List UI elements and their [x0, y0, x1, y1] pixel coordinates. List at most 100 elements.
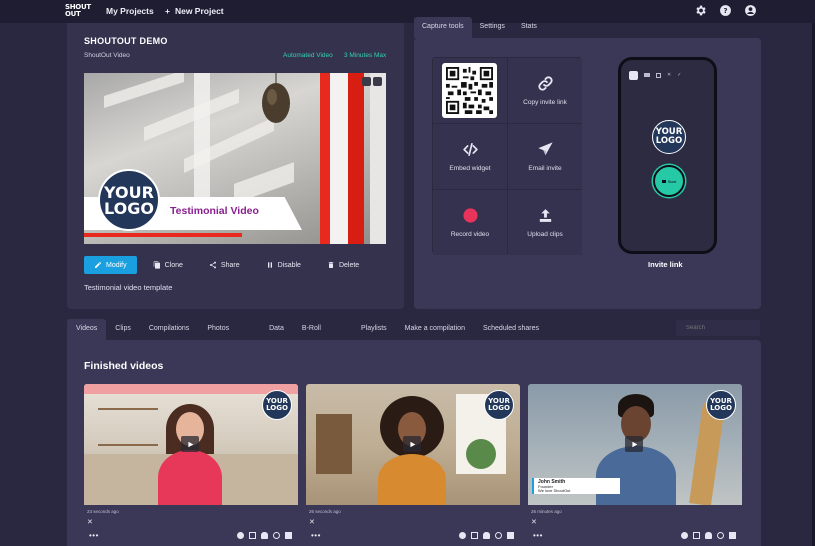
share-icon[interactable]	[717, 532, 724, 539]
video-thumbnail[interactable]: YOUR LOGO	[306, 384, 520, 505]
phone-start-button[interactable]: Start	[653, 165, 685, 197]
trash-icon[interactable]	[729, 532, 736, 539]
thumb-logo-line2: LOGO	[488, 403, 510, 412]
red-stripe	[320, 73, 330, 244]
video-card-actions	[459, 532, 514, 539]
video-timestamp: 26 seconds ago	[309, 509, 341, 514]
template-preview[interactable]: Testimonial Video YOUR LOGO	[84, 73, 386, 244]
video-thumbnail[interactable]: YOUR LOGO	[84, 384, 298, 505]
cloud-download-icon[interactable]	[261, 532, 268, 539]
upload-icon	[539, 209, 551, 222]
close-icon[interactable]: ✕	[87, 518, 93, 526]
more-options-icon[interactable]: •••	[311, 531, 321, 540]
logo-line2: OUT	[65, 9, 81, 18]
help-icon[interactable]: ?	[719, 4, 732, 17]
copy-icon[interactable]	[471, 532, 478, 539]
video-card-meta: 23 seconds ago ✕ •••	[84, 505, 298, 546]
play-button[interactable]	[403, 436, 421, 452]
tab-scheduled-shares[interactable]: Scheduled shares	[474, 319, 548, 340]
thumb-logo-line2: LOGO	[710, 403, 732, 412]
thumb-logo-line2: LOGO	[266, 403, 288, 412]
video-card[interactable]: YOUR LOGO 26 seconds ago ✕ •••	[306, 384, 520, 546]
copy-invite-link-button[interactable]: Copy invite link	[508, 58, 582, 123]
embed-widget-button[interactable]: Embed widget	[433, 124, 507, 189]
close-icon[interactable]: ✕	[531, 518, 537, 526]
record-video-label: Record video	[450, 231, 490, 238]
video-card-meta: 26 minutes ago ✕ •••	[528, 505, 742, 546]
video-timestamp: 23 seconds ago	[87, 509, 119, 514]
delete-button[interactable]: Delete	[316, 256, 370, 274]
video-card[interactable]: YOUR LOGO 23 seconds ago ✕ •••	[84, 384, 298, 546]
trash-icon[interactable]	[285, 532, 292, 539]
light-stripe	[370, 73, 386, 244]
rotate-icon	[656, 72, 661, 78]
cloud-download-icon[interactable]	[483, 532, 490, 539]
tab-stats[interactable]: Stats	[513, 17, 545, 38]
flip-icon: ✕	[667, 72, 672, 78]
tab-videos[interactable]: Videos	[67, 319, 107, 340]
share-icon[interactable]	[273, 532, 280, 539]
video-timestamp: 26 minutes ago	[531, 509, 562, 514]
play-button[interactable]	[181, 436, 199, 452]
finished-videos-title: Finished videos	[84, 360, 164, 372]
copy-invite-label: Copy invite link	[523, 99, 567, 106]
phone-preview: ✕ ✓ YOUR LOGO Start	[618, 57, 717, 254]
layout-icon[interactable]	[362, 77, 371, 86]
user-account-icon[interactable]	[744, 4, 757, 17]
video-card-meta: 26 seconds ago ✕ •••	[306, 505, 520, 546]
invite-link-label[interactable]: Invite link	[648, 260, 683, 269]
clone-button[interactable]: Clone	[142, 256, 193, 274]
white-stripe	[330, 73, 348, 244]
info-icon[interactable]	[681, 532, 688, 539]
video-thumbnail[interactable]: YOUR LOGO John Smith Founder We love Sho…	[528, 384, 742, 505]
tab-b-roll[interactable]: B-Roll	[293, 319, 330, 340]
tab-compilations[interactable]: Compilations	[140, 319, 198, 340]
record-icon	[462, 208, 478, 223]
trash-icon[interactable]	[507, 532, 514, 539]
qr-code-icon	[446, 67, 493, 114]
share-button[interactable]: Share	[198, 256, 250, 274]
tab-clips[interactable]: Clips	[106, 319, 140, 340]
camera-icon	[644, 73, 650, 77]
new-project-link[interactable]: + New Project	[165, 6, 224, 16]
tab-capture-tools[interactable]: Capture tools	[414, 17, 472, 38]
fullscreen-icon[interactable]	[373, 77, 382, 86]
close-icon[interactable]: ✕	[309, 518, 315, 526]
info-icon[interactable]	[459, 532, 466, 539]
thumb-logo-badge: YOUR LOGO	[706, 390, 736, 420]
info-icon[interactable]	[237, 532, 244, 539]
gear-icon[interactable]	[694, 4, 707, 17]
cloud-download-icon[interactable]	[705, 532, 712, 539]
more-options-icon[interactable]: •••	[89, 531, 99, 540]
lower-third-company: We love ShoutOut	[538, 488, 571, 493]
person-shirt	[158, 450, 222, 505]
video-card-actions	[237, 532, 292, 539]
chandelier-shape	[262, 73, 290, 123]
upload-clips-button[interactable]: Upload clips	[508, 190, 582, 255]
tab-make-compilation[interactable]: Make a compilation	[396, 319, 474, 340]
shoutout-logo[interactable]: SHOUT OUT	[65, 4, 91, 19]
modify-button[interactable]: Modify	[84, 256, 137, 274]
share-icon[interactable]	[495, 532, 502, 539]
video-card-actions	[681, 532, 736, 539]
check-icon: ✓	[677, 72, 682, 78]
play-button[interactable]	[625, 436, 643, 452]
video-card[interactable]: YOUR LOGO John Smith Founder We love Sho…	[528, 384, 742, 546]
search-input[interactable]	[676, 320, 760, 336]
qr-code[interactable]	[442, 63, 497, 118]
tab-photos[interactable]: Photos	[198, 319, 238, 340]
banner-redline	[84, 233, 242, 237]
more-options-icon[interactable]: •••	[533, 531, 543, 540]
tab-playlists[interactable]: Playlists	[352, 319, 396, 340]
tab-data[interactable]: Data	[260, 319, 293, 340]
tab-settings[interactable]: Settings	[472, 17, 513, 38]
tag-video-length: 3 Minutes Max	[344, 52, 387, 59]
disable-button[interactable]: Disable	[255, 256, 311, 274]
record-video-button[interactable]: Record video	[433, 190, 507, 255]
shelf-shape	[316, 414, 352, 474]
stair-shape	[104, 73, 184, 108]
copy-icon[interactable]	[249, 532, 256, 539]
copy-icon[interactable]	[693, 532, 700, 539]
my-projects-link[interactable]: My Projects	[106, 6, 154, 16]
email-invite-button[interactable]: Email invite	[508, 124, 582, 189]
